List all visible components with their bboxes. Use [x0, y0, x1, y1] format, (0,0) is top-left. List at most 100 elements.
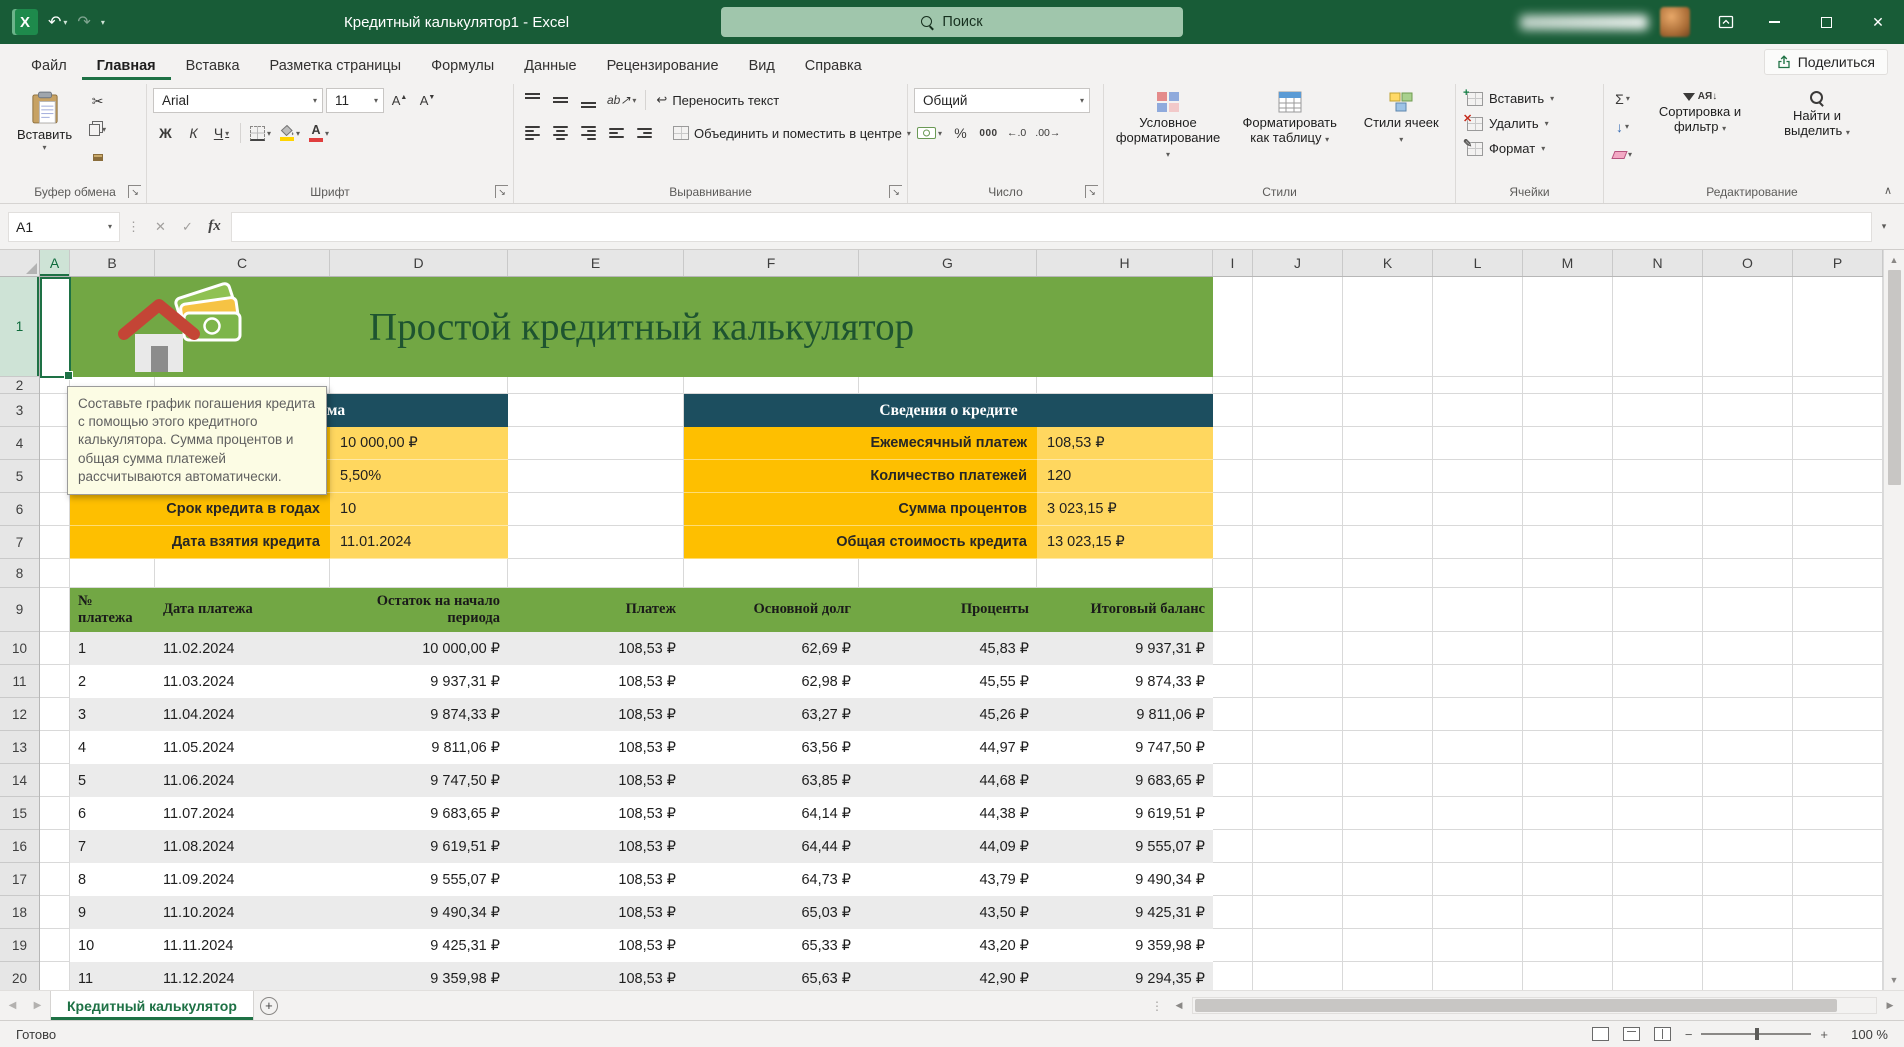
loan-summary-value[interactable]: 3 023,15 ₽ — [1037, 493, 1213, 526]
schedule-cell[interactable]: 9 747,50 ₽ — [1037, 731, 1213, 764]
ribbon-tab-page-layout[interactable]: Разметка страницы — [255, 50, 417, 80]
formula-bar-handle[interactable]: ⋮ — [120, 219, 147, 235]
ribbon-tab-formulas[interactable]: Формулы — [416, 50, 509, 80]
ribbon-tab-insert[interactable]: Вставка — [171, 50, 255, 80]
schedule-cell[interactable]: 108,53 ₽ — [508, 797, 684, 830]
loan-summary-value[interactable]: 13 023,15 ₽ — [1037, 526, 1213, 559]
schedule-cell[interactable]: 43,79 ₽ — [859, 863, 1037, 896]
column-header-a[interactable]: A — [40, 250, 70, 276]
ribbon-tab-view[interactable]: Вид — [734, 50, 790, 80]
schedule-cell[interactable]: 108,53 ₽ — [508, 632, 684, 665]
schedule-cell[interactable]: 9 683,65 ₽ — [330, 797, 508, 830]
schedule-cell[interactable]: 65,63 ₽ — [684, 962, 859, 990]
cell-styles-button[interactable]: Стили ячеек ▾ — [1353, 86, 1449, 148]
schedule-cell[interactable]: 10 000,00 ₽ — [330, 632, 508, 665]
ribbon-tab-help[interactable]: Справка — [790, 50, 877, 80]
normal-view-button[interactable] — [1592, 1027, 1609, 1041]
column-header-p[interactable]: P — [1793, 250, 1883, 276]
decrease-decimal-button[interactable]: .00→ — [1032, 121, 1063, 146]
schedule-cell[interactable]: 9 811,06 ₽ — [1037, 698, 1213, 731]
merge-center-button[interactable]: Объединить и поместить в центре▾ — [669, 121, 915, 146]
schedule-cell[interactable]: 64,73 ₽ — [684, 863, 859, 896]
schedule-cell[interactable]: 62,98 ₽ — [684, 665, 859, 698]
row-header-6[interactable]: 6 — [0, 493, 39, 526]
column-header-o[interactable]: O — [1703, 250, 1793, 276]
sheet-tab-active[interactable]: Кредитный калькулятор — [50, 991, 254, 1020]
decrease-indent-button[interactable] — [604, 121, 629, 146]
column-header-d[interactable]: D — [330, 250, 508, 276]
schedule-cell[interactable]: 108,53 ₽ — [508, 764, 684, 797]
select-all-corner[interactable] — [0, 250, 40, 277]
loan-detail-label[interactable]: Дата взятия кредита — [70, 526, 330, 559]
align-middle-button[interactable] — [548, 88, 573, 113]
new-sheet-button[interactable]: + — [254, 991, 284, 1020]
ribbon-tab-home[interactable]: Главная — [82, 50, 171, 80]
row-header-19[interactable]: 19 — [0, 929, 39, 962]
schedule-cell[interactable]: 9 683,65 ₽ — [1037, 764, 1213, 797]
scroll-up-icon[interactable]: ▲ — [1884, 250, 1904, 270]
schedule-cell[interactable]: 11.06.2024 — [155, 764, 330, 797]
vertical-scrollbar[interactable]: ▲ ▼ — [1883, 250, 1904, 990]
schedule-cell[interactable]: 42,90 ₽ — [859, 962, 1037, 990]
zoom-slider-thumb[interactable] — [1755, 1028, 1759, 1040]
alignment-dialog-launcher[interactable]: ↘ — [889, 185, 902, 198]
page-layout-view-button[interactable] — [1623, 1027, 1640, 1041]
vertical-scroll-thumb[interactable] — [1888, 270, 1901, 485]
column-header-k[interactable]: K — [1343, 250, 1433, 276]
delete-cells-button[interactable]: ✕Удалить▾ — [1462, 111, 1554, 136]
ribbon-tab-data[interactable]: Данные — [509, 50, 591, 80]
conditional-formatting-button[interactable]: Условное форматирование ▾ — [1110, 86, 1226, 163]
schedule-cell[interactable]: 64,14 ₽ — [684, 797, 859, 830]
schedule-cell[interactable]: 108,53 ₽ — [508, 929, 684, 962]
loan-summary-header[interactable]: Сведения о кредите — [684, 394, 1213, 427]
schedule-cell[interactable]: 9 359,98 ₽ — [330, 962, 508, 990]
row-header-11[interactable]: 11 — [0, 665, 39, 698]
horizontal-scroll-thumb[interactable] — [1195, 999, 1837, 1012]
schedule-cell[interactable]: 11.11.2024 — [155, 929, 330, 962]
schedule-cell[interactable]: 65,03 ₽ — [684, 896, 859, 929]
schedule-cell[interactable]: 43,50 ₽ — [859, 896, 1037, 929]
expand-formula-bar-button[interactable]: ▾ — [1872, 221, 1896, 232]
schedule-cell[interactable]: 8 — [70, 863, 155, 896]
loan-summary-label[interactable]: Ежемесячный платеж — [684, 427, 1037, 460]
schedule-cell[interactable]: 11.02.2024 — [155, 632, 330, 665]
schedule-cell[interactable]: 9 619,51 ₽ — [1037, 797, 1213, 830]
horizontal-scrollbar[interactable]: ⋮ ◀ ▶ — [1144, 991, 1904, 1020]
minimize-button[interactable] — [1748, 0, 1800, 44]
font-dialog-launcher[interactable]: ↘ — [495, 185, 508, 198]
schedule-cell[interactable]: 11.08.2024 — [155, 830, 330, 863]
schedule-cell[interactable]: 11.09.2024 — [155, 863, 330, 896]
horizontal-scroll-track[interactable] — [1192, 997, 1877, 1014]
loan-detail-value[interactable]: 11.01.2024 — [330, 526, 508, 559]
schedule-cell[interactable]: 9 874,33 ₽ — [1037, 665, 1213, 698]
row-header-18[interactable]: 18 — [0, 896, 39, 929]
font-name-select[interactable]: Arial▾ — [153, 88, 323, 113]
bold-button[interactable]: Ж — [153, 121, 178, 146]
schedule-cell[interactable]: 9 359,98 ₽ — [1037, 929, 1213, 962]
row-header-5[interactable]: 5 — [0, 460, 39, 493]
schedule-cell[interactable]: 9 425,31 ₽ — [1037, 896, 1213, 929]
row-header-12[interactable]: 12 — [0, 698, 39, 731]
schedule-cell[interactable]: 11 — [70, 962, 155, 990]
number-format-select[interactable]: Общий▾ — [914, 88, 1090, 113]
sort-filter-button[interactable]: АЯ↓ Сортировка и фильтр ▾ — [1641, 86, 1759, 137]
schedule-cell[interactable]: 1 — [70, 632, 155, 665]
schedule-cell[interactable]: 9 874,33 ₽ — [330, 698, 508, 731]
schedule-cell[interactable]: 9 490,34 ₽ — [1037, 863, 1213, 896]
accounting-format-button[interactable]: ▾ — [914, 121, 945, 146]
schedule-cell[interactable]: 5 — [70, 764, 155, 797]
row-header-2[interactable]: 2 — [0, 377, 39, 394]
increase-font-size-button[interactable]: А▲ — [387, 88, 412, 113]
collapse-ribbon-button[interactable]: ∧ — [1884, 184, 1892, 197]
row-header-14[interactable]: 14 — [0, 764, 39, 797]
schedule-cell[interactable]: 108,53 ₽ — [508, 731, 684, 764]
loan-summary-label[interactable]: Общая стоимость кредита — [684, 526, 1037, 559]
decrease-font-size-button[interactable]: А▼ — [415, 88, 440, 113]
schedule-cell[interactable]: 44,68 ₽ — [859, 764, 1037, 797]
schedule-cell[interactable]: 9 619,51 ₽ — [330, 830, 508, 863]
find-select-button[interactable]: Найти и выделить ▾ — [1765, 86, 1869, 141]
user-avatar[interactable] — [1660, 7, 1690, 37]
share-button[interactable]: Поделиться — [1764, 49, 1888, 75]
font-size-select[interactable]: 11▾ — [326, 88, 384, 113]
align-center-button[interactable] — [548, 121, 573, 146]
